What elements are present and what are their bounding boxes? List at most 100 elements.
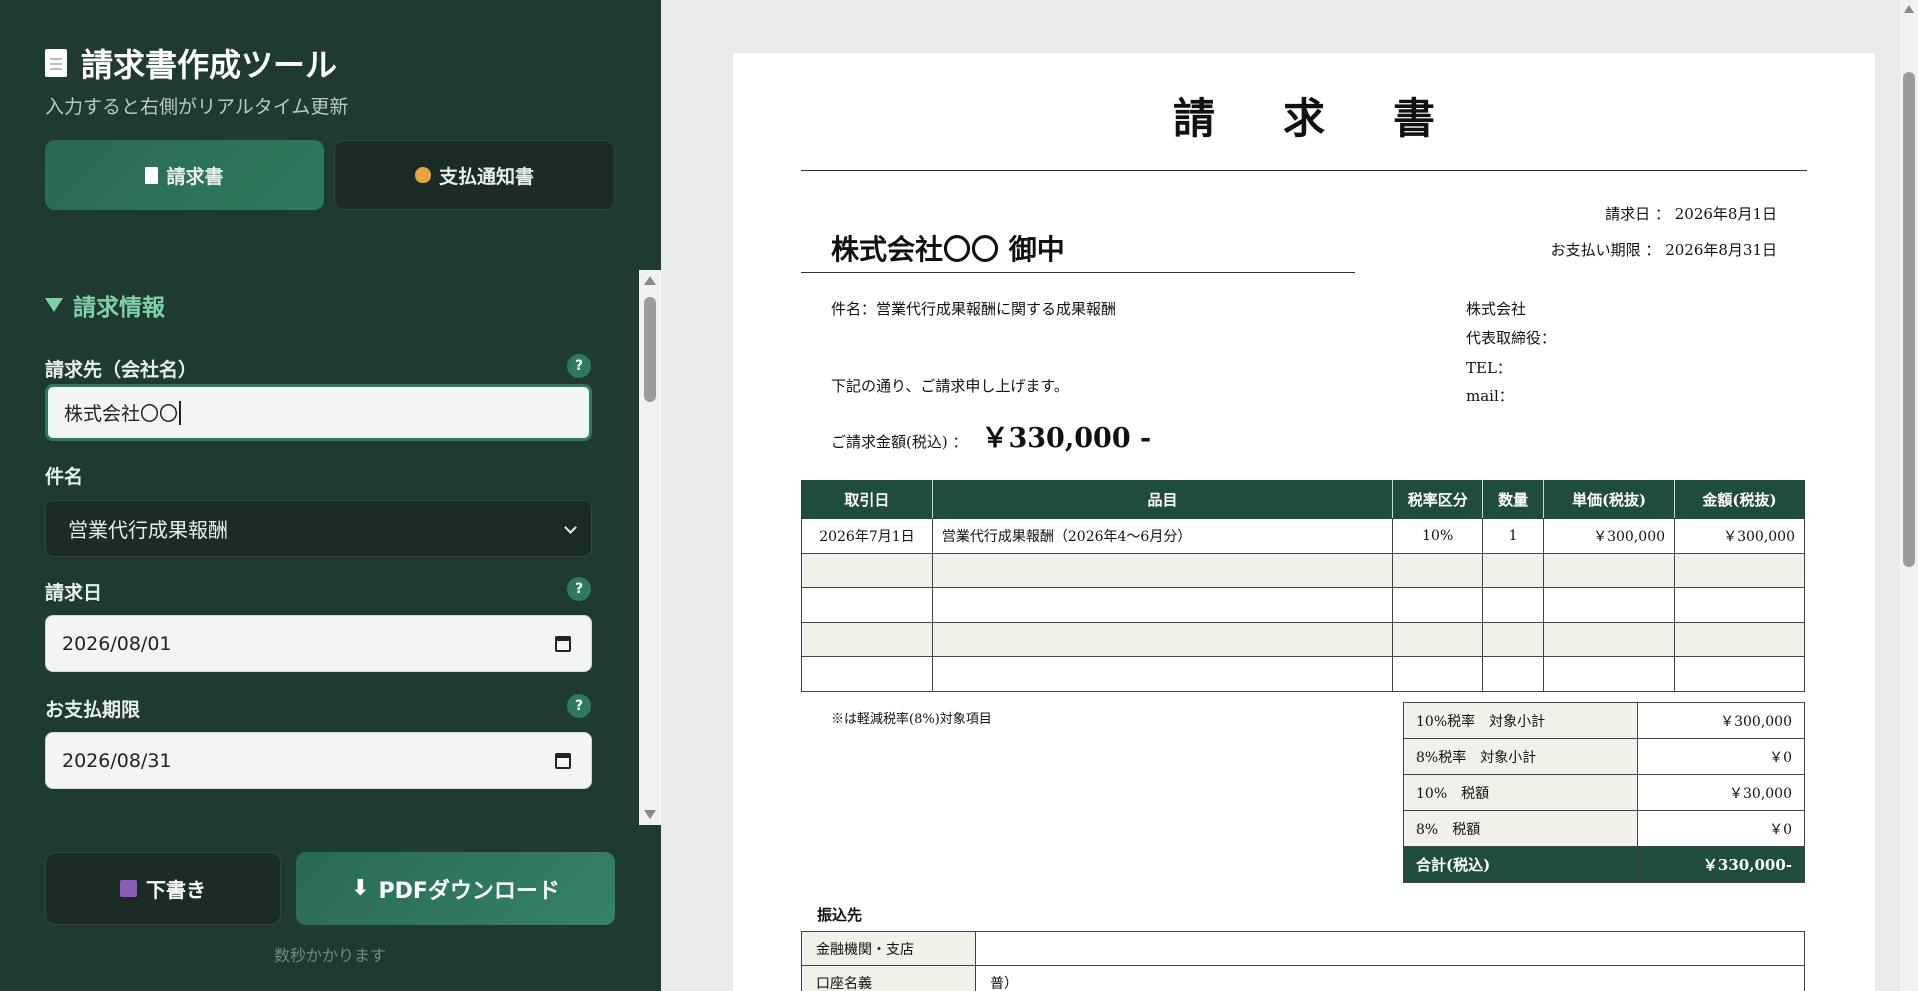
invoice-due-date: お支払い期限 ： 2026年8月31日	[1550, 241, 1777, 259]
summary-value: ￥30,000	[1637, 774, 1805, 811]
cell-date: 2026年7月1日	[801, 518, 933, 554]
cell-amount	[1674, 656, 1805, 692]
summary-label: 10% 税額	[1403, 774, 1638, 811]
issue-date-input[interactable]: 2026/08/01	[45, 615, 592, 672]
cell-unit-price: ￥300,000	[1543, 518, 1676, 554]
bank-row: 口座名義 普）	[801, 965, 1805, 991]
table-row	[801, 656, 1805, 692]
summary-row: 10%税率 対象小計 ￥300,000	[1403, 702, 1805, 739]
column-header: 金額(税抜)	[1674, 480, 1805, 519]
issue-date-label: 請求日	[45, 582, 103, 604]
floppy-disk-icon	[120, 880, 137, 897]
cell-amount	[1674, 552, 1805, 588]
column-header: 取引日	[801, 480, 933, 519]
app-subtitle: 入力すると右側がリアルタイム更新	[45, 96, 349, 118]
cell-item	[931, 552, 1394, 588]
scrollbar-thumb[interactable]	[644, 297, 656, 402]
cell-tax-rate	[1392, 656, 1484, 692]
summary-row: 8% 税額 ￥0	[1403, 810, 1805, 847]
tab-invoice[interactable]: 請求書	[45, 140, 324, 210]
bank-value	[975, 931, 1805, 966]
issue-date-help-icon[interactable]: ?	[567, 577, 591, 601]
preview-scrollbar[interactable]	[1900, 0, 1918, 991]
due-date-help-icon[interactable]: ?	[567, 694, 591, 718]
download-arrow-icon: ⬇	[351, 876, 370, 901]
scroll-up-arrow-icon[interactable]	[1904, 5, 1914, 13]
sidebar: 請求書作成ツール 入力すると右側がリアルタイム更新 請求書 支払通知書 請求情報…	[0, 0, 661, 991]
section-heading-text: 請求情報	[73, 295, 165, 321]
tab-payment-notice-label: 支払通知書	[438, 165, 534, 188]
summary-row: 10% 税額 ￥30,000	[1403, 774, 1805, 811]
cell-item	[931, 656, 1394, 692]
summary-label: 8% 税額	[1403, 810, 1638, 847]
issue-date-meta-value: 2026年8月1日	[1674, 205, 1777, 223]
scrollbar-thumb[interactable]	[1903, 72, 1915, 567]
invoice-title: 請求書	[1172, 94, 1503, 143]
tab-payment-notice[interactable]: 支払通知書	[334, 140, 615, 210]
summary-value: ￥0	[1637, 810, 1805, 847]
document-icon	[45, 49, 67, 77]
invoice-total: ご請求金額(税込) ： ￥330,000 -	[831, 416, 1151, 455]
table-row	[801, 587, 1805, 623]
bank-section-title: 振込先	[817, 906, 863, 924]
money-bag-icon	[414, 167, 431, 183]
invoice-lead-text: 下記の通り、ご請求申し上げます。	[831, 377, 1069, 395]
summary-label: 8%税率 対象小計	[1403, 738, 1638, 775]
bank-details-table: 金融機関・支店 口座名義 普）	[801, 931, 1805, 991]
cell-quantity	[1482, 552, 1545, 588]
scroll-down-arrow-icon[interactable]	[644, 810, 656, 819]
calendar-icon[interactable]	[555, 753, 571, 769]
form-scrollbar[interactable]	[639, 270, 661, 825]
table-row	[801, 621, 1805, 657]
grand-total-label: 合計(税込)	[1403, 846, 1638, 883]
cell-tax-rate	[1392, 552, 1484, 588]
title-divider	[801, 170, 1807, 171]
cell-date	[801, 587, 933, 623]
section-heading-invoice-info[interactable]: 請求情報	[45, 288, 165, 322]
due-date-value: 2026/08/31	[62, 749, 172, 772]
client-input[interactable]: 株式会社〇〇	[45, 384, 592, 441]
pdf-download-button[interactable]: ⬇ PDFダウンロード	[296, 852, 615, 925]
cell-amount	[1674, 621, 1805, 657]
summary-label: 10%税率 対象小計	[1403, 702, 1638, 739]
text-caret	[179, 400, 182, 425]
client-help-icon[interactable]: ?	[567, 354, 591, 378]
issue-date-meta-label: 請求日	[1605, 205, 1651, 223]
app-title-text: 請求書作成ツール	[81, 46, 338, 84]
cell-item	[931, 587, 1394, 623]
invoice-sheet: 請求書 請求日 ： 2026年8月1日 お支払い期限 ： 2026年8月31日 …	[733, 53, 1875, 991]
bank-label: 金融機関・支店	[801, 931, 976, 966]
invoice-total-amount: ￥330,000 -	[981, 423, 1152, 454]
client-input-value: 株式会社〇〇	[64, 403, 179, 425]
reduced-tax-footnote: ※は軽減税率(8%)対象項目	[831, 712, 992, 727]
save-draft-button[interactable]: 下書き	[45, 852, 281, 925]
cell-item	[931, 621, 1394, 657]
issuer-representative: 代表取締役：	[1466, 329, 1557, 347]
invoice-total-label: ご請求金額(税込) ：	[831, 433, 968, 451]
cell-quantity	[1482, 656, 1545, 692]
cell-amount: ￥300,000	[1674, 518, 1805, 554]
subject-select-value: 営業代行成果報酬	[68, 518, 228, 542]
due-date-meta-label: お支払い期限	[1550, 241, 1641, 259]
document-icon	[145, 166, 159, 184]
scroll-up-arrow-icon[interactable]	[644, 276, 656, 285]
due-date-meta-value: 2026年8月31日	[1665, 241, 1777, 259]
cell-tax-rate	[1392, 621, 1484, 657]
tab-invoice-label: 請求書	[166, 165, 224, 188]
download-note: 数秒かかります	[273, 946, 386, 965]
summary-value: ￥0	[1637, 738, 1805, 775]
save-draft-label: 下書き	[146, 878, 206, 902]
issuer-mail: mail：	[1466, 387, 1514, 405]
invoice-subject: 件名：営業代行成果報酬に関する成果報酬	[831, 300, 1117, 318]
grand-total-row: 合計(税込) ￥330,000-	[1403, 846, 1805, 883]
cell-unit-price	[1543, 552, 1676, 588]
issuer-tel: TEL：	[1466, 359, 1512, 377]
action-bar: 下書き ⬇ PDFダウンロード	[45, 852, 615, 925]
bank-label: 口座名義	[801, 965, 976, 991]
tax-summary-table: 10%税率 対象小計 ￥300,000 8%税率 対象小計 ￥0 10% 税額 …	[1403, 702, 1805, 883]
calendar-icon[interactable]	[555, 636, 571, 652]
subject-select[interactable]: 営業代行成果報酬	[45, 500, 592, 557]
issue-date-value: 2026/08/01	[62, 632, 172, 655]
due-date-input[interactable]: 2026/08/31	[45, 732, 592, 789]
app-title: 請求書作成ツール	[45, 40, 337, 86]
